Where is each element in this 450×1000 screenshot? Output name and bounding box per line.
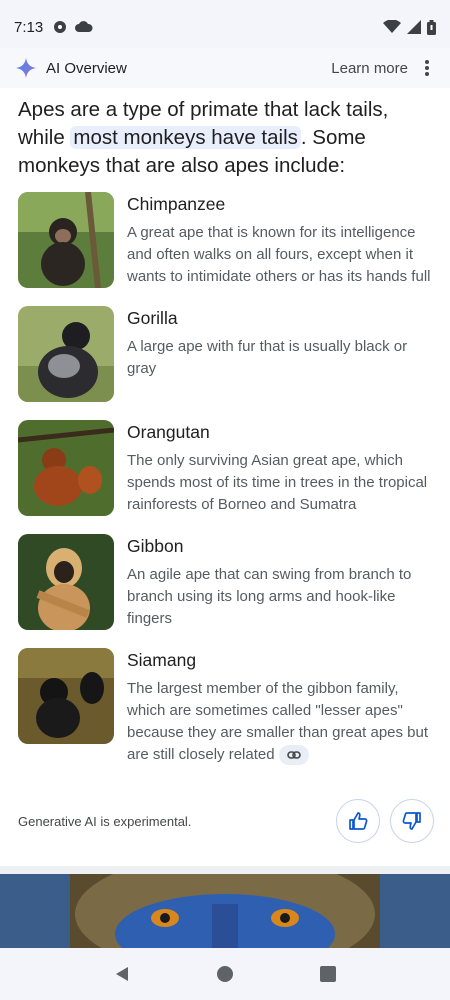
overview-footer: Generative AI is experimental. [18,798,434,844]
list-item-text: Gorilla A large ape with fur that is usu… [127,306,432,380]
status-bar: 7:13 [0,0,450,54]
section-divider [0,866,450,874]
list-item-text: Gibbon An agile ape that can swing from … [127,534,432,630]
siamang-image[interactable] [18,648,114,744]
more-vert-icon [425,60,429,76]
item-title: Gorilla [127,308,178,328]
list-item[interactable]: Gibbon An agile ape that can swing from … [18,534,432,630]
item-title: Gibbon [127,536,184,556]
intro-paragraph: Apes are a type of primate that lack tai… [18,96,432,180]
item-title: Siamang [127,650,197,670]
item-description: An agile ape that can swing from branch … [127,566,412,627]
recents-icon[interactable] [319,965,337,983]
chimpanzee-image[interactable] [18,192,114,288]
status-time: 7:13 [14,18,44,36]
list-item-text: Siamang The largest member of the gibbon… [127,648,432,766]
thumbs-down-icon [402,812,421,830]
back-icon[interactable] [113,965,131,983]
more-options-button[interactable] [420,60,434,76]
list-item-text: Chimpanzee A great ape that is known for… [127,192,432,288]
ai-overview-header: AI Overview Learn more [0,48,450,88]
ai-overview-title: AI Overview [46,59,127,77]
thumbs-up-button[interactable] [336,799,380,843]
learn-more-link[interactable]: Learn more [331,60,408,77]
system-navigation-bar [0,948,450,1000]
list-item[interactable]: Orangutan The only surviving Asian great… [18,420,432,516]
battery-icon [427,19,436,35]
item-title: Orangutan [127,422,210,442]
item-description-text: The largest member of the gibbon family,… [127,680,429,763]
link-icon [286,751,301,759]
highlighted-phrase[interactable]: most monkeys have tails [70,126,301,149]
wifi-icon [383,20,401,33]
thumbs-down-button[interactable] [390,799,434,843]
item-title: Chimpanzee [127,194,226,214]
status-system-icons [383,19,436,35]
list-item[interactable]: Chimpanzee A great ape that is known for… [18,192,432,288]
home-icon[interactable] [216,965,234,983]
orangutan-image[interactable] [18,420,114,516]
ape-list: Chimpanzee A great ape that is known for… [18,192,432,766]
list-item[interactable]: Gorilla A large ape with fur that is usu… [18,306,432,402]
cloud-icon [75,21,93,32]
source-link-button[interactable] [278,745,309,766]
gorilla-image[interactable] [18,306,114,402]
list-item[interactable]: Siamang The largest member of the gibbon… [18,648,432,766]
feedback-buttons [336,799,434,843]
gibbon-image[interactable] [18,534,114,630]
item-description: The only surviving Asian great ape, whic… [127,452,428,513]
signal-icon [407,20,421,34]
ai-overview-content: Apes are a type of primate that lack tai… [18,96,432,784]
status-notification-icons [53,20,93,34]
generative-ai-disclaimer: Generative AI is experimental. [18,813,192,829]
item-description: A large ape with fur that is usually bla… [127,338,408,377]
mandrill-image-banner[interactable] [0,874,450,948]
thumbs-up-icon [349,812,368,830]
list-item-text: Orangutan The only surviving Asian great… [127,420,432,516]
sparkle-icon [16,58,36,78]
item-description: A great ape that is known for its intell… [127,224,431,285]
item-description: The largest member of the gibbon family,… [127,678,432,766]
assistant-notification-icon [54,21,67,33]
